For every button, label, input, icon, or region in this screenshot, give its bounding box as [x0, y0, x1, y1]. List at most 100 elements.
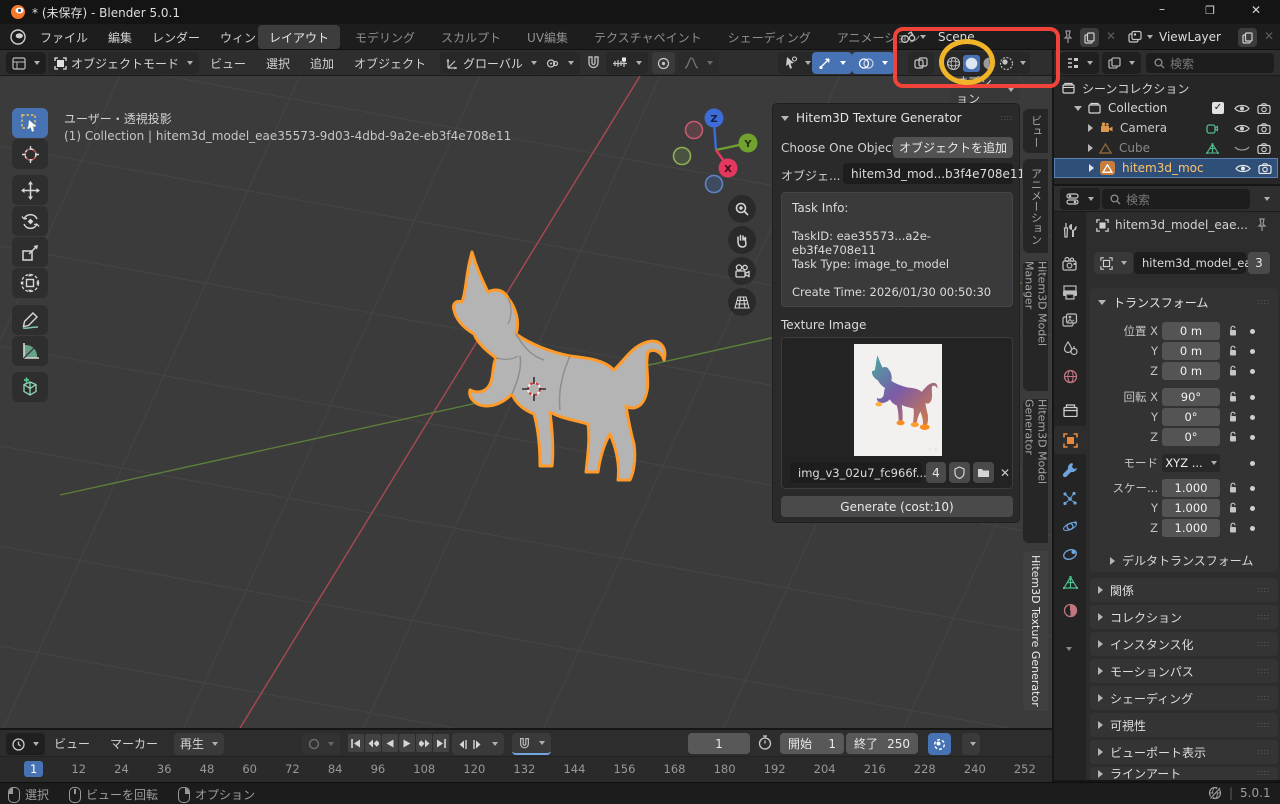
open-image-folder-button[interactable]	[973, 462, 994, 483]
image-name-field[interactable]: img_v3_02u7_fc966f...	[790, 462, 922, 483]
pin-icon[interactable]	[1256, 218, 1268, 232]
pan-button[interactable]	[728, 226, 756, 254]
current-frame-field[interactable]: 1	[688, 733, 750, 754]
sidebar-tab-hitem3d-model-manager[interactable]: Hitem3D Model Manager	[1022, 260, 1048, 392]
workspace-tab-shading[interactable]: シェーディング	[717, 25, 822, 49]
properties-editor-type-button[interactable]	[1060, 188, 1100, 210]
shading-material-button[interactable]	[982, 56, 997, 71]
tool-cursor[interactable]	[12, 139, 48, 169]
transform-orientation-selector[interactable]: グローバル	[440, 52, 543, 74]
frame-step-buttons[interactable]	[452, 733, 504, 755]
scale-y-field[interactable]: 1.000	[1162, 499, 1220, 517]
object-data-dropdown[interactable]	[1094, 252, 1133, 274]
shading-rendered-button[interactable]	[999, 56, 1014, 71]
timeline-snap-button[interactable]	[512, 733, 551, 755]
lock-icon[interactable]	[1228, 391, 1238, 403]
add-object-button[interactable]: オブジェクトを追加	[893, 137, 1013, 158]
tool-transform[interactable]	[12, 268, 48, 298]
use-preview-range-icon[interactable]	[758, 735, 772, 750]
properties-options-dropdown[interactable]	[1264, 197, 1270, 201]
tab-output[interactable]	[1058, 280, 1082, 304]
outliner-filter-button[interactable]	[1102, 52, 1141, 74]
tool-annotate[interactable]	[12, 305, 48, 335]
outliner-search-input[interactable]: 検索	[1146, 53, 1274, 73]
maximize-button[interactable]: ❒	[1200, 4, 1220, 17]
workspace-tab-sculpt[interactable]: スカルプト	[430, 25, 512, 49]
viewlayer-new-copy-button[interactable]	[1238, 28, 1257, 47]
timeline-menu-marker[interactable]: マーカー	[100, 731, 168, 757]
viewport-menu-add[interactable]: 追加	[300, 50, 344, 76]
proportional-falloff-button[interactable]	[678, 52, 719, 74]
next-keyframe-button[interactable]	[416, 734, 432, 752]
panel-collections[interactable]: コレクション∷∷	[1090, 605, 1278, 629]
breadcrumb-object-name[interactable]: hitem3d_model_eae...	[1115, 218, 1248, 232]
sidebar-tab-animation[interactable]: アニメーション	[1022, 158, 1048, 254]
menu-file[interactable]: ファイル	[30, 24, 98, 50]
lock-icon[interactable]	[1228, 411, 1238, 423]
current-frame-badge[interactable]: 1	[24, 761, 43, 777]
camera-view-button[interactable]	[728, 257, 756, 285]
tab-render[interactable]	[1058, 252, 1082, 276]
scene-selector[interactable]: Scene	[900, 27, 1040, 47]
xray-toggle[interactable]	[908, 52, 934, 74]
viewport-options-button[interactable]: オプション	[950, 79, 1020, 101]
timeline-menu-view[interactable]: ビュー	[44, 731, 100, 757]
pivot-point-selector[interactable]	[540, 52, 580, 74]
hide-eye-icon[interactable]	[1234, 103, 1250, 114]
scene-new-copy-button[interactable]	[1080, 28, 1099, 47]
menu-edit[interactable]: 編集	[98, 24, 142, 50]
tab-material[interactable]	[1058, 598, 1082, 622]
animate-dot[interactable]	[1250, 435, 1255, 440]
editor-type-button[interactable]	[6, 52, 46, 74]
keying-set-button[interactable]	[928, 733, 951, 755]
frame-end-field[interactable]: 終了250	[846, 733, 918, 754]
outliner-row-collection[interactable]: Collection ✓	[1054, 98, 1278, 118]
animate-dot[interactable]	[1250, 395, 1255, 400]
location-y-field[interactable]: 0 m	[1162, 342, 1220, 360]
scene-pin-icon[interactable]	[1062, 30, 1074, 44]
jump-to-end-button[interactable]	[433, 734, 449, 752]
viewport-menu-select[interactable]: 選択	[256, 50, 300, 76]
jump-to-start-button[interactable]	[348, 734, 364, 752]
lock-icon[interactable]	[1228, 482, 1238, 494]
panel-shading[interactable]: シェーディング∷∷	[1090, 686, 1278, 710]
object-field-value[interactable]: hitem3d_mod...b3f4e708e11	[843, 163, 1013, 184]
lock-icon[interactable]	[1228, 431, 1238, 443]
lock-icon[interactable]	[1228, 325, 1238, 337]
panel-line-art[interactable]: ラインアート∷∷	[1090, 767, 1278, 780]
outliner-row-hitem3d-model[interactable]: hitem3d_moc	[1054, 158, 1278, 178]
workspace-tab-texpaint[interactable]: テクスチャペイント	[583, 25, 713, 49]
tool-select-box[interactable]	[12, 108, 48, 138]
play-button[interactable]	[399, 734, 415, 752]
workspace-tab-layout[interactable]: レイアウト	[258, 25, 340, 49]
minimize-button[interactable]: –	[1152, 2, 1172, 16]
animate-dot[interactable]	[1250, 349, 1255, 354]
gizmos-toggle[interactable]	[812, 52, 852, 74]
zoom-button[interactable]	[728, 195, 756, 223]
outliner-scene-collection[interactable]: シーンコレクション	[1054, 78, 1278, 98]
sidebar-tab-view[interactable]: ビュー	[1022, 108, 1048, 154]
tab-tool[interactable]	[1058, 218, 1082, 242]
menu-render[interactable]: レンダー	[142, 24, 210, 50]
auto-keying-button[interactable]	[302, 733, 340, 755]
location-x-field[interactable]: 0 m	[1162, 322, 1220, 340]
tab-column-overflow-chevron[interactable]	[1062, 640, 1072, 654]
viewport-menu-object[interactable]: オブジェクト	[344, 50, 436, 76]
tab-constraints[interactable]	[1058, 542, 1082, 566]
generate-button[interactable]: Generate (cost:10)	[781, 496, 1013, 517]
object-name-field[interactable]: hitem3d_model_ea...	[1134, 252, 1246, 274]
timeline-editor-type-button[interactable]	[6, 733, 45, 755]
panel-relations[interactable]: 関係∷∷	[1090, 578, 1278, 602]
panel-visibility[interactable]: 可視性∷∷	[1090, 713, 1278, 737]
keying-dropdown[interactable]	[962, 733, 980, 755]
scene-name-field[interactable]: Scene	[930, 27, 1040, 47]
tool-add-cube[interactable]	[12, 372, 48, 402]
viewlayer-name[interactable]: ViewLayer	[1159, 30, 1221, 44]
image-users-count[interactable]: 4	[926, 462, 946, 483]
outliner-row-cube[interactable]: Cube	[1054, 138, 1278, 158]
timeline-menu-playback[interactable]: 再生	[174, 733, 224, 755]
rotation-mode-dropdown[interactable]: XYZ ...	[1162, 454, 1220, 472]
panel-viewport-display[interactable]: ビューポート表示∷∷	[1090, 740, 1278, 764]
close-button[interactable]: ✕	[1246, 3, 1266, 17]
navigation-gizmo[interactable]: Z Y X	[672, 100, 764, 196]
